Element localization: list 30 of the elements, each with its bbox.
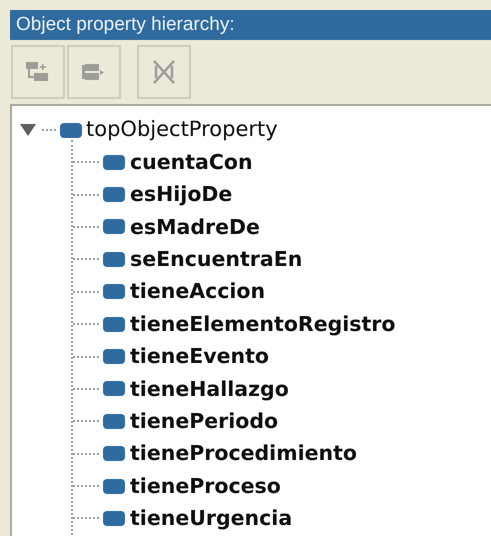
property-icon bbox=[103, 316, 125, 332]
tree-item-label[interactable]: tieneUrgencia bbox=[130, 503, 292, 534]
tree-item-label[interactable]: esHijoDe bbox=[130, 179, 232, 210]
property-icon bbox=[103, 478, 125, 494]
tree-item-label[interactable]: tienePeriodo bbox=[130, 406, 278, 437]
tree-item-label[interactable]: tieneAccion bbox=[130, 276, 266, 308]
panel-title: Object property hierarchy: bbox=[16, 12, 235, 37]
delete-icon bbox=[151, 58, 177, 86]
tree-item-label[interactable]: tieneProceso bbox=[130, 470, 281, 502]
tree-item-label[interactable]: seEncuentraEn bbox=[130, 244, 302, 275]
tree-item-label[interactable]: topObjectProperty bbox=[86, 114, 278, 146]
tree-item-label[interactable]: tieneElementoRegistro bbox=[130, 308, 396, 340]
property-icon bbox=[103, 381, 125, 396]
property-icon bbox=[103, 414, 125, 429]
expand-toggle-icon[interactable] bbox=[20, 123, 38, 137]
property-icon bbox=[103, 219, 125, 234]
tree-item-label[interactable]: tieneHallazgo bbox=[130, 374, 289, 404]
tree-item-label[interactable]: cuentaCon bbox=[130, 146, 253, 178]
tree-item-label[interactable]: tieneProcedimiento bbox=[130, 438, 357, 470]
tree-item-label[interactable]: tieneEvento bbox=[130, 341, 269, 372]
tree-item-label[interactable]: esMadreDe bbox=[130, 212, 260, 242]
property-icon bbox=[103, 510, 125, 526]
property-icon bbox=[103, 446, 125, 462]
property-icon bbox=[60, 122, 82, 138]
property-icon bbox=[103, 252, 125, 267]
plus-hierarchy-icon bbox=[25, 60, 51, 84]
property-icon bbox=[103, 284, 125, 300]
property-icon bbox=[103, 187, 125, 202]
property-icon bbox=[103, 154, 125, 170]
property-icon bbox=[103, 349, 125, 364]
